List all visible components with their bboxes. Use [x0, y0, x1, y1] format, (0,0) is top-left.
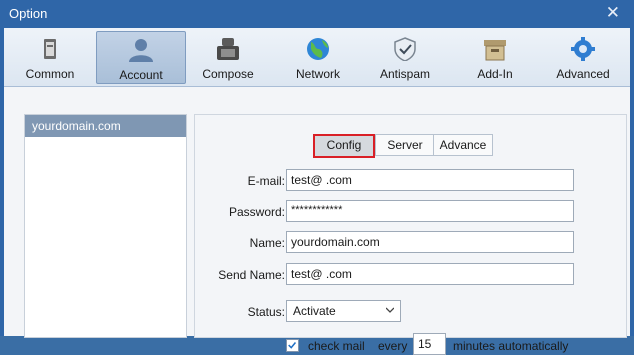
minutes-field[interactable]: 15: [413, 333, 446, 355]
account-icon: [129, 39, 153, 62]
status-select-value: Activate: [293, 304, 336, 318]
window-title: Option: [9, 6, 48, 21]
account-list-item[interactable]: yourdomain.com: [25, 115, 186, 137]
toolbar-network-label: Network: [295, 67, 340, 81]
tab-advance-label: Advance: [439, 138, 487, 152]
box-icon: [484, 40, 506, 61]
toolbar-advanced-button[interactable]: Advanced: [539, 31, 627, 82]
status-label: Status:: [247, 305, 285, 319]
compose-icon: [217, 38, 239, 60]
password-label: Password:: [228, 205, 285, 219]
name-field[interactable]: yourdomain.com: [286, 231, 574, 253]
network-globe-icon: [307, 38, 329, 60]
toolbar-addin-label: Add-In: [477, 67, 513, 81]
toolbar-advanced-label: Advanced: [556, 67, 610, 81]
name-label: Name:: [249, 236, 285, 250]
options-toolbar: Common Account Compose Network Antispam …: [4, 28, 630, 87]
tab-server[interactable]: Server: [375, 134, 435, 156]
check-mail-checkbox[interactable]: [286, 339, 299, 352]
password-field[interactable]: ************: [286, 200, 574, 222]
gear-icon: [571, 37, 595, 61]
minutes-label: minutes automatically: [453, 339, 569, 353]
options-content: yourdomain.com Config Server Advance E-m…: [4, 87, 630, 355]
chevron-down-icon: [386, 307, 394, 313]
tab-advance[interactable]: Advance: [433, 134, 493, 156]
options-window: Option ✕ Common Account Compose Network …: [0, 0, 634, 355]
tab-config-label: Config: [326, 138, 362, 152]
check-mail-label: check mail: [308, 339, 365, 353]
close-icon[interactable]: ✕: [606, 4, 620, 21]
toolbar-common-label: Common: [25, 67, 75, 81]
send-name-field[interactable]: test@ .com: [286, 263, 574, 285]
shield-icon: [394, 37, 416, 61]
toolbar-network-button[interactable]: Network: [274, 31, 362, 82]
email-field[interactable]: test@ .com: [286, 169, 574, 191]
title-bar: Option ✕: [0, 0, 634, 28]
every-label: every: [378, 339, 408, 353]
status-select[interactable]: Activate: [286, 300, 401, 322]
tab-server-label: Server: [387, 138, 423, 152]
toolbar-account-label: Account: [119, 68, 163, 82]
toolbar-compose-button[interactable]: Compose: [184, 31, 272, 82]
checkmark-icon: [288, 342, 297, 349]
email-label: E-mail:: [247, 174, 285, 188]
toolbar-antispam-label: Antispam: [379, 67, 431, 81]
tab-config[interactable]: Config: [313, 134, 375, 158]
common-icon: [44, 39, 56, 59]
toolbar-account-button[interactable]: Account: [96, 31, 186, 84]
send-name-label: Send Name:: [218, 268, 285, 282]
toolbar-antispam-button[interactable]: Antispam: [361, 31, 449, 82]
toolbar-common-button[interactable]: Common: [6, 31, 94, 82]
account-list-item-label: yourdomain.com: [32, 119, 121, 133]
toolbar-addin-button[interactable]: Add-In: [451, 31, 539, 82]
toolbar-compose-label: Compose: [202, 67, 254, 81]
account-settings-panel: Config Server Advance E-mail: test@ .com…: [194, 114, 627, 355]
